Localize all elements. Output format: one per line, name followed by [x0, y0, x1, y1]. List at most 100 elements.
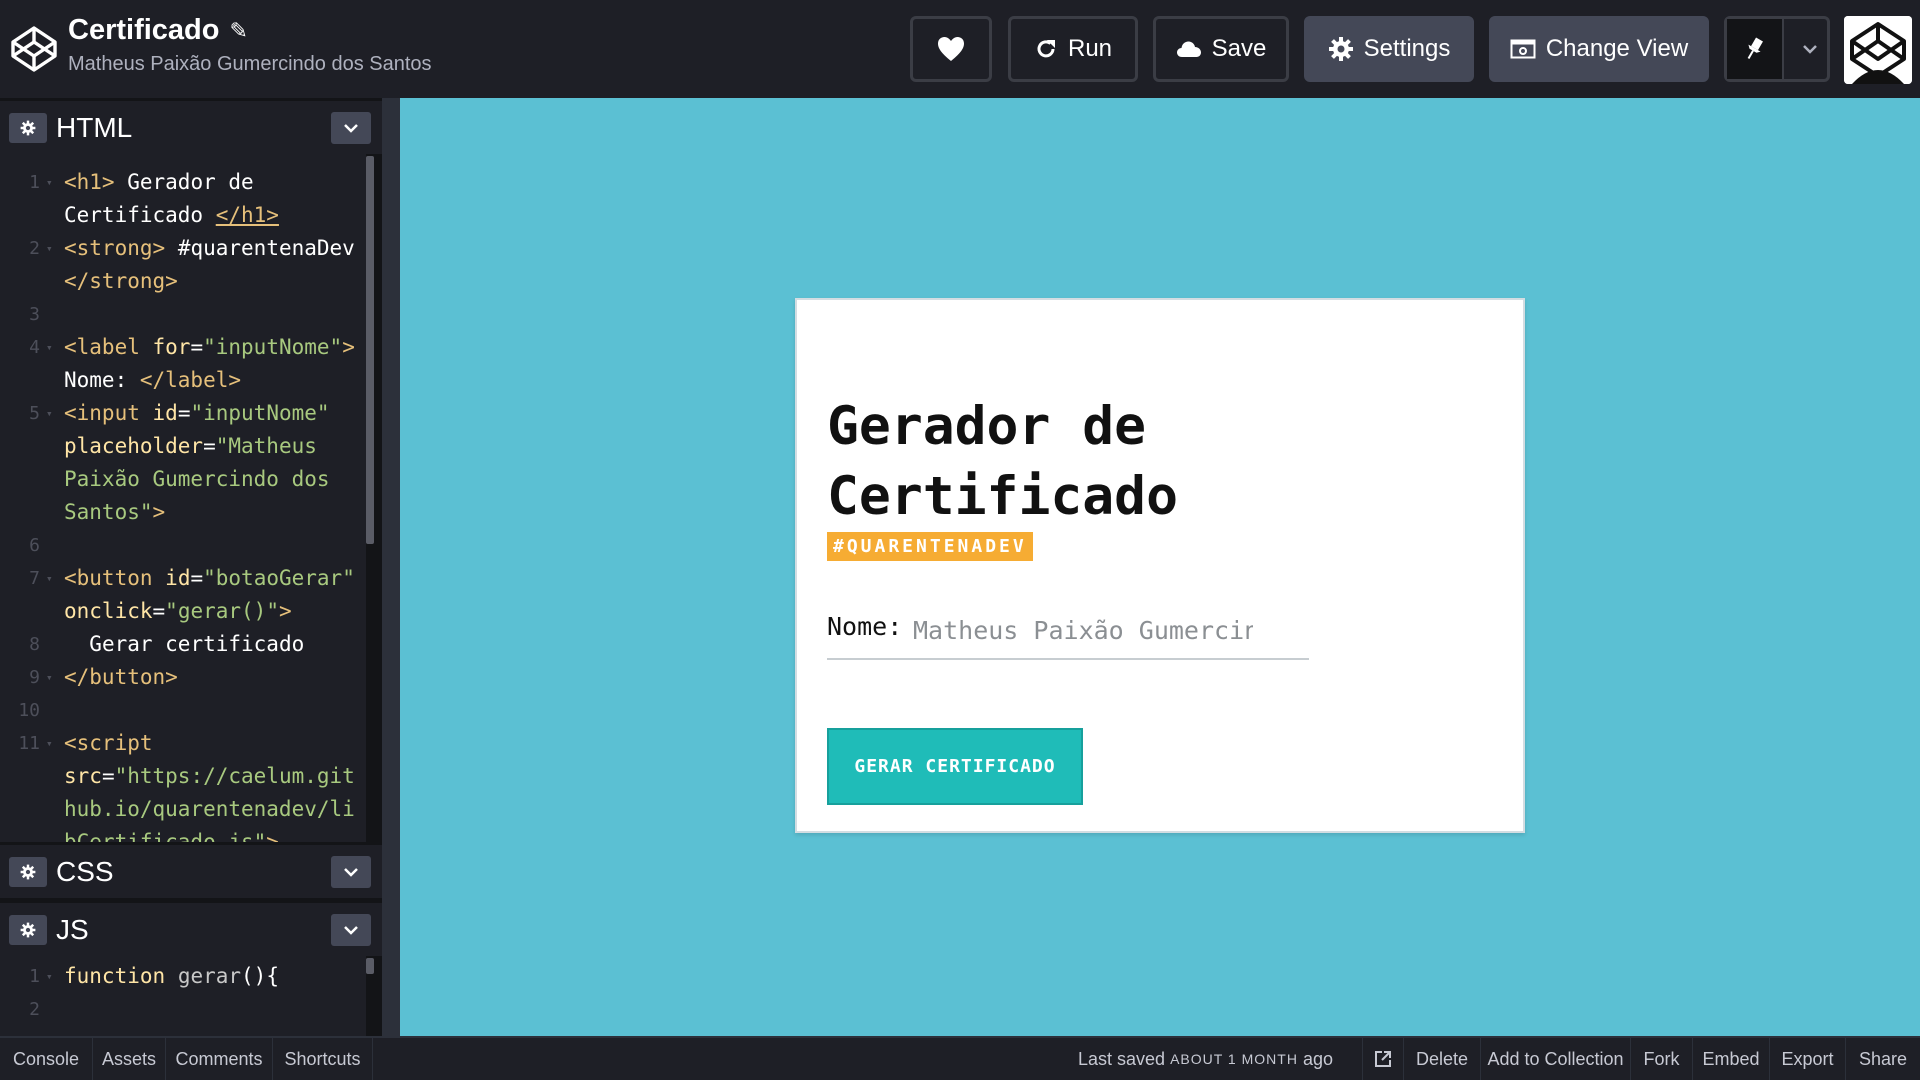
last-saved-status: Last saved ABOUT 1 MONTH ago	[1078, 1038, 1333, 1080]
code-line[interactable]: Certificado </h1>	[0, 199, 360, 232]
resize-handle[interactable]	[382, 98, 400, 1036]
line-number: 2	[29, 999, 40, 1020]
settings-label: Settings	[1363, 35, 1451, 62]
preview-pane: Gerador de Certificado #QUARENTENADEV No…	[400, 98, 1920, 1036]
change-view-label: Change View	[1545, 35, 1689, 62]
js-editor-scrollbar[interactable]	[366, 958, 374, 974]
code-line[interactable]: 1 ▾ function gerar(){	[0, 960, 360, 993]
shortcuts-button[interactable]: Shortcuts	[273, 1038, 373, 1080]
fold-arrow-icon[interactable]: ▾	[46, 397, 53, 430]
pin-button[interactable]	[1727, 19, 1784, 79]
save-button[interactable]: Save	[1153, 16, 1289, 82]
code-text: Certificado </h1>	[64, 203, 279, 227]
code-text: </strong>	[64, 269, 178, 293]
code-text: <strong> #quarentenaDev	[64, 236, 355, 260]
code-line[interactable]: Nome: </label>	[0, 364, 360, 397]
gear-icon	[20, 922, 36, 937]
nome-input-placeholder[interactable]: Matheus Paixão Gumercindo dos Santos	[913, 616, 1253, 645]
pin-dropdown[interactable]	[1724, 16, 1830, 82]
top-bar: Certificado ✎ Matheus Paixão Gumercindo …	[0, 0, 1920, 98]
pen-title[interactable]: Certificado ✎	[68, 14, 432, 47]
css-editor-menu-button[interactable]	[331, 855, 371, 888]
fold-arrow-icon[interactable]: ▾	[46, 331, 53, 364]
comments-button[interactable]: Comments	[166, 1038, 273, 1080]
gerar-certificado-button[interactable]: GERAR CERTIFICADO	[827, 728, 1083, 805]
pencil-icon[interactable]: ✎	[229, 18, 247, 44]
gear-icon	[20, 120, 36, 135]
settings-button[interactable]: Settings	[1304, 16, 1474, 82]
assets-button[interactable]: Assets	[93, 1038, 166, 1080]
chevron-down-icon[interactable]	[1794, 19, 1827, 79]
embed-button[interactable]: Embed	[1693, 1038, 1770, 1080]
code-text: Paixão Gumercindo dos	[64, 467, 330, 491]
pen-author[interactable]: Matheus Paixão Gumercindo dos Santos	[68, 53, 432, 76]
external-link-icon	[1375, 1051, 1391, 1067]
js-settings-button[interactable]	[9, 914, 47, 945]
bottom-bar: Console Assets Comments Shortcuts Last s…	[0, 1036, 1920, 1080]
chevron-down-icon	[344, 867, 358, 877]
code-line[interactable]: onclick="gerar()">	[0, 595, 360, 628]
code-text: Nome: </label>	[64, 368, 242, 392]
code-text: hub.io/quarentenadev/li	[64, 797, 355, 821]
html-editor-header[interactable]: HTML	[0, 98, 382, 154]
code-text: Santos">	[64, 500, 166, 524]
code-text: <script	[64, 731, 153, 755]
css-settings-button[interactable]	[9, 856, 47, 887]
code-line[interactable]: 10	[0, 694, 360, 727]
code-line[interactable]: 3	[0, 298, 360, 331]
code-line[interactable]: 4 ▾ <label for="inputNome">	[0, 331, 360, 364]
code-line[interactable]: hub.io/quarentenadev/li	[0, 793, 360, 826]
heart-button[interactable]	[910, 16, 992, 82]
pin-icon	[1747, 37, 1764, 60]
fold-arrow-icon[interactable]: ▾	[46, 960, 53, 993]
run-label: Run	[1067, 35, 1113, 62]
code-line[interactable]: Paixão Gumercindo dos	[0, 463, 360, 496]
code-line[interactable]: 1 ▾ <h1> Gerador de	[0, 166, 360, 199]
add-to-collection-button[interactable]: Add to Collection	[1481, 1038, 1631, 1080]
refresh-icon	[1037, 40, 1055, 58]
code-line[interactable]: Santos">	[0, 496, 360, 529]
js-editor-header[interactable]: JS	[0, 900, 382, 956]
html-code-editor[interactable]: 1 ▾ <h1> Gerador de Certificado </h1> 2 ▾ <str…	[0, 154, 366, 844]
code-line[interactable]: 6	[0, 529, 360, 562]
code-line[interactable]: 8 Gerar certificado	[0, 628, 360, 661]
change-view-button[interactable]: Change View	[1489, 16, 1709, 82]
html-settings-button[interactable]	[9, 112, 47, 143]
fold-arrow-icon[interactable]: ▾	[46, 232, 53, 265]
code-text: src="https://caelum.git	[64, 764, 355, 788]
code-line[interactable]: 5 ▾ <input id="inputNome"	[0, 397, 360, 430]
css-editor-header[interactable]: CSS	[0, 842, 382, 898]
fold-arrow-icon[interactable]: ▾	[46, 661, 53, 694]
code-line[interactable]: placeholder="Matheus	[0, 430, 360, 463]
code-line[interactable]: 2	[0, 993, 360, 1026]
console-button[interactable]: Console	[0, 1038, 93, 1080]
code-line[interactable]: 7 ▾ <button id="botaoGerar"	[0, 562, 360, 595]
share-button[interactable]: Share	[1846, 1038, 1920, 1080]
code-line[interactable]: src="https://caelum.git	[0, 760, 360, 793]
nome-label: Nome:	[827, 612, 903, 641]
line-number: 7	[29, 568, 40, 589]
fold-arrow-icon[interactable]: ▾	[46, 727, 53, 760]
open-external-button[interactable]	[1362, 1038, 1404, 1080]
save-label: Save	[1211, 35, 1267, 62]
pen-title-text[interactable]: Certificado	[68, 14, 219, 47]
js-editor-menu-button[interactable]	[331, 913, 371, 946]
fork-button[interactable]: Fork	[1631, 1038, 1693, 1080]
code-line[interactable]: </strong>	[0, 265, 360, 298]
delete-button[interactable]: Delete	[1404, 1038, 1481, 1080]
code-line[interactable]: 9 ▾ </button>	[0, 661, 360, 694]
export-button[interactable]: Export	[1770, 1038, 1846, 1080]
codepen-logo-icon[interactable]	[10, 25, 58, 73]
js-code-editor[interactable]: 1 ▾ function gerar(){ 2	[0, 956, 366, 1036]
code-line[interactable]: 2 ▾ <strong> #quarentenaDev	[0, 232, 360, 265]
last-saved-suffix: ago	[1302, 1048, 1333, 1069]
html-editor-scrollbar[interactable]	[366, 156, 374, 544]
run-button[interactable]: Run	[1008, 16, 1138, 82]
html-editor-menu-button[interactable]	[331, 111, 371, 144]
fold-arrow-icon[interactable]: ▾	[46, 562, 53, 595]
avatar[interactable]	[1844, 16, 1912, 84]
gear-icon	[1328, 37, 1353, 61]
code-text: placeholder="Matheus	[64, 434, 317, 458]
code-line[interactable]: 11 ▾ <script	[0, 727, 360, 760]
fold-arrow-icon[interactable]: ▾	[46, 166, 53, 199]
